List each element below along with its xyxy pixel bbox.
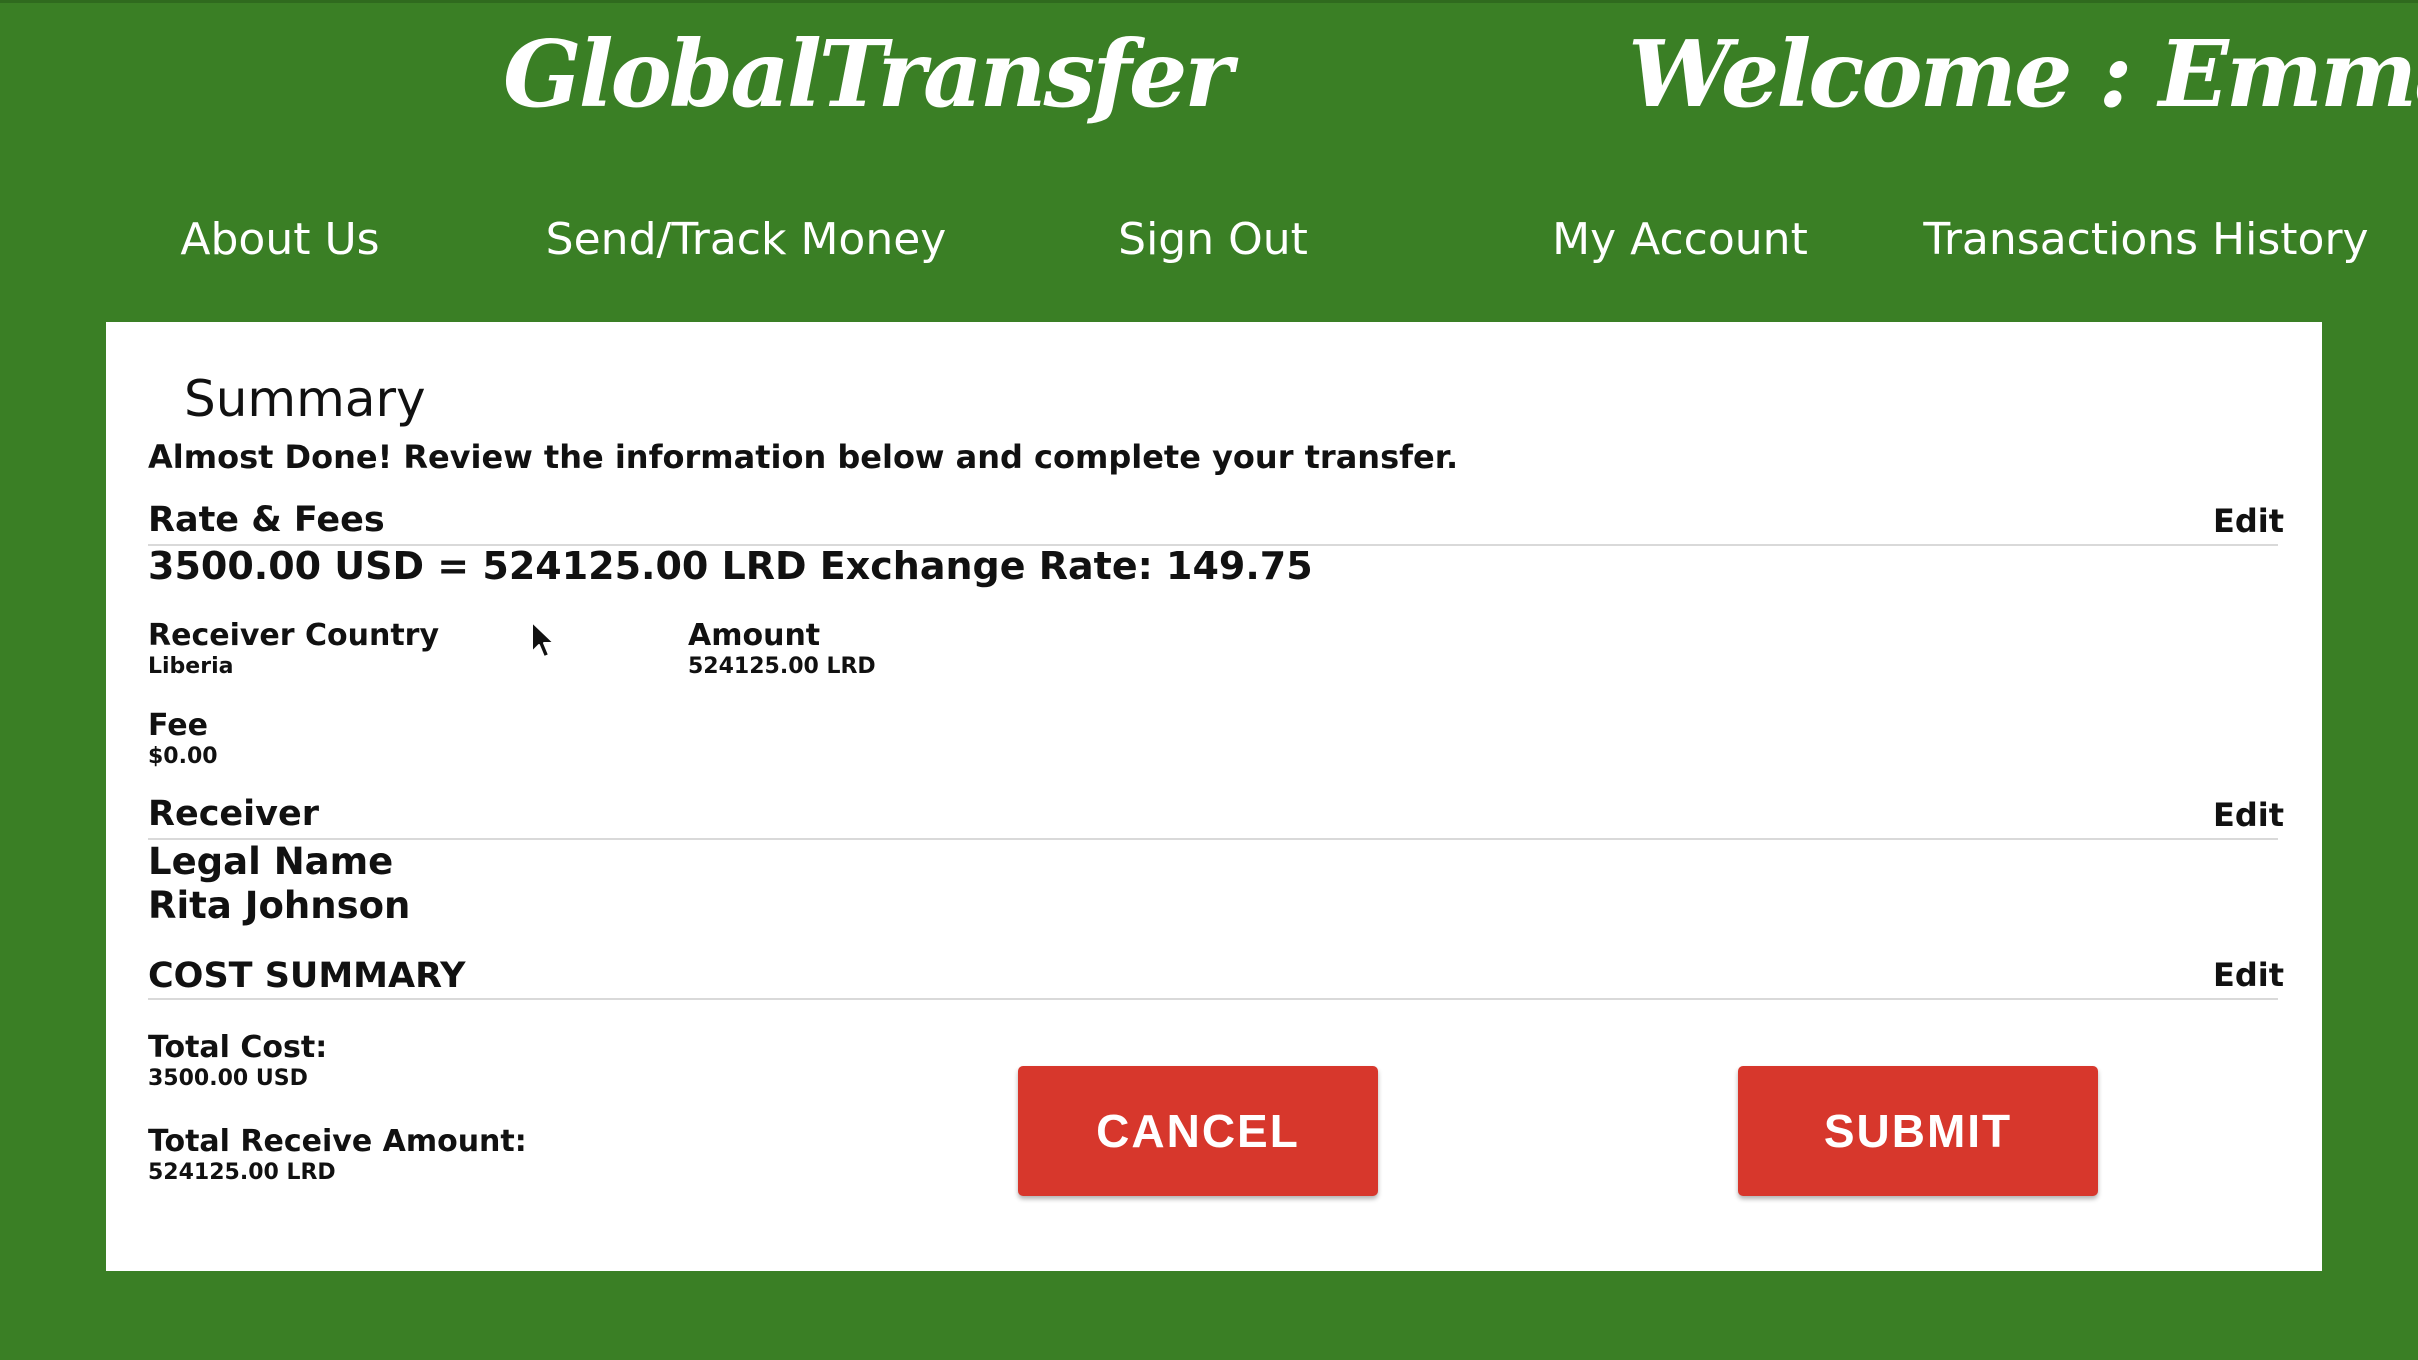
cost-summary-divider <box>148 998 2278 1000</box>
edit-rate-fees-link[interactable]: Edit <box>2213 502 2284 540</box>
site-logo[interactable]: GlobalTransfer <box>503 20 1233 128</box>
summary-title: Summary <box>184 370 426 428</box>
total-cost-value: 3500.00 USD <box>148 1066 308 1091</box>
submit-button[interactable]: SUBMIT <box>1738 1066 2098 1196</box>
nav-transactions-history[interactable]: Transactions History <box>1923 214 2368 265</box>
total-cost-label: Total Cost: <box>148 1030 328 1065</box>
legal-name-label: Legal Name <box>148 840 394 883</box>
top-border <box>0 0 2418 3</box>
nav-my-account[interactable]: My Account <box>1552 214 1808 265</box>
exchange-rate-line: 3500.00 USD = 524125.00 LRD Exchange Rat… <box>148 544 1313 588</box>
cancel-button[interactable]: CANCEL <box>1018 1066 1378 1196</box>
nav-about-us[interactable]: About Us <box>180 214 379 265</box>
nav-send-track-money[interactable]: Send/Track Money <box>546 214 947 265</box>
total-receive-value: 524125.00 LRD <box>148 1160 336 1185</box>
receiver-divider <box>148 838 2278 840</box>
mouse-cursor-icon <box>531 621 555 658</box>
cost-summary-heading: COST SUMMARY <box>148 956 466 996</box>
legal-name-value: Rita Johnson <box>148 884 411 927</box>
total-receive-label: Total Receive Amount: <box>148 1124 527 1159</box>
nav-sign-out[interactable]: Sign Out <box>1118 214 1308 265</box>
summary-panel: Summary Almost Done! Review the informat… <box>106 322 2322 1271</box>
receiver-country-value: Liberia <box>148 654 234 679</box>
fee-label: Fee <box>148 708 208 743</box>
rate-fees-heading: Rate & Fees <box>148 500 385 540</box>
amount-value: 524125.00 LRD <box>688 654 876 679</box>
edit-receiver-link[interactable]: Edit <box>2213 796 2284 834</box>
fee-value: $0.00 <box>148 744 218 769</box>
amount-label: Amount <box>688 618 821 653</box>
receiver-country-label: Receiver Country <box>148 618 440 653</box>
receiver-heading: Receiver <box>148 794 319 834</box>
welcome-message: Welcome : Emma <box>1628 20 2418 128</box>
summary-subtitle: Almost Done! Review the information belo… <box>148 438 1459 476</box>
edit-cost-summary-link[interactable]: Edit <box>2213 956 2284 994</box>
